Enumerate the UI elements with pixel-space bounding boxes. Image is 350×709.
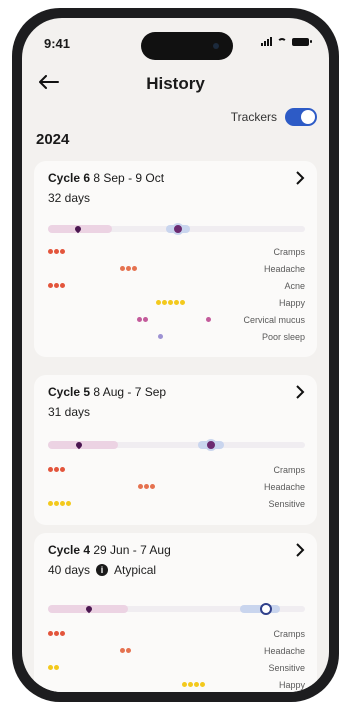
symptom-label: Cramps [273,247,305,257]
trackers-setting: Trackers [231,108,317,126]
cycle-length: 32 days [48,191,91,205]
cycle-card[interactable]: Cycle 6 8 Sep - 9 Oct 32 days Cramps Hea… [34,161,317,357]
info-icon[interactable]: i [96,564,109,576]
cycle-name: Cycle 6 [48,171,91,185]
cycle-heading: Cycle 6 8 Sep - 9 Oct [48,171,164,185]
symptom-row: Sensitive [48,497,305,511]
cycle-length-row: 40 days i Atypical [48,563,156,577]
cycle-card[interactable]: Cycle 5 8 Aug - 7 Sep 31 days Cramps Hea… [34,375,317,525]
symptom-label: Happy [278,298,305,308]
symptom-row: Acne [48,279,305,293]
cycle-timeline [48,223,305,235]
trackers-label: Trackers [230,110,277,124]
status-time: 9:41 [44,36,71,51]
symptom-label: Headache [263,264,305,274]
system-icons [261,37,312,46]
cycle-length: 31 days [48,405,91,419]
battery-icon [292,37,312,46]
cycle-length: 40 days [48,563,91,577]
cycle-heading: Cycle 4 29 Jun - 7 Aug [48,543,171,557]
cycle-dates: 8 Sep - 9 Oct [93,171,165,185]
chevron-right-icon[interactable] [295,543,305,557]
symptom-row: Headache [48,262,305,276]
cycle-card[interactable]: Cycle 4 29 Jun - 7 Aug 40 days i Atypica… [34,533,317,692]
symptom-row: Poor sleep [48,330,305,344]
symptom-row: Cramps [48,245,305,259]
cycle-name: Cycle 5 [48,385,91,399]
symptom-row: Headache [48,480,305,494]
app-screen: 9:41 History Trackers 2024 Cycle 6 8 Sep… [22,18,329,692]
symptom-label: Cramps [273,465,305,475]
symptom-label: Headache [263,646,305,656]
cycle-heading: Cycle 5 8 Aug - 7 Sep [48,385,166,399]
phone-frame: 9:41 History Trackers 2024 Cycle 6 8 Sep… [12,8,339,702]
symptom-row: Sensitive [48,661,305,675]
chevron-right-icon[interactable] [295,385,305,399]
dynamic-island [141,32,233,60]
cycle-length-row: 32 days [48,191,90,205]
symptom-label: Happy [278,680,305,690]
symptom-row: Cervical mucus [48,313,305,327]
cycle-name: Cycle 4 [48,543,91,557]
trackers-toggle[interactable] [285,108,317,126]
page-title: History [146,74,205,93]
wifi-icon [277,37,287,46]
symptom-row: Happy [48,296,305,310]
atypical-badge: Atypical [114,563,157,577]
symptom-row: Headache [48,644,305,658]
symptom-row: Cramps [48,463,305,477]
ovulation-marker-icon [205,439,217,451]
nav-bar: History [22,66,329,102]
cycle-dates: 8 Aug - 7 Sep [93,385,167,399]
symptom-label: Sensitive [268,499,305,509]
symptom-row: Happy [48,678,305,692]
symptom-label: Cervical mucus [243,315,305,325]
symptom-label: Headache [263,482,305,492]
symptom-label: Acne [284,281,305,291]
ovulation-marker-icon [260,603,272,615]
ovulation-marker-icon [172,223,184,235]
symptom-row: Cramps [48,627,305,641]
status-bar: 9:41 [22,18,329,64]
symptom-label: Cramps [273,629,305,639]
signal-icon [261,37,272,46]
year-heading: 2024 [36,131,70,148]
cycle-timeline [48,439,305,451]
chevron-right-icon[interactable] [295,171,305,185]
cycle-dates: 29 Jun - 7 Aug [93,543,171,557]
cycle-timeline [48,603,305,615]
cycle-length-row: 31 days [48,405,90,419]
symptom-label: Poor sleep [261,332,305,342]
symptom-label: Sensitive [268,663,305,673]
